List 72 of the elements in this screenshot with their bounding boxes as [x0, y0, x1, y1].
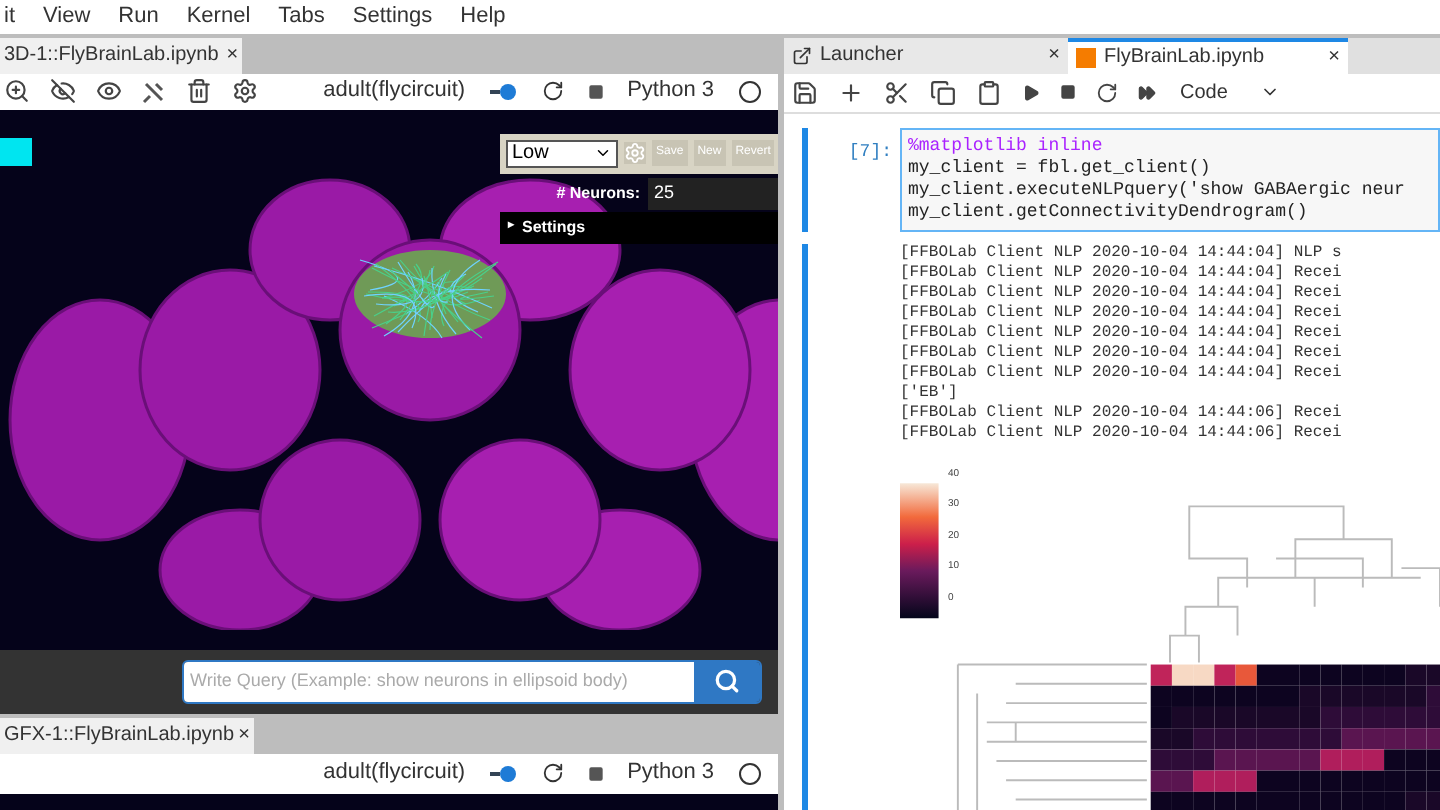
tab-label: Launcher: [820, 42, 904, 70]
colorbar: [900, 482, 939, 618]
search-icon: [714, 668, 740, 694]
close-tab-icon[interactable]: ×: [1048, 40, 1060, 70]
save-icon[interactable]: [792, 79, 818, 105]
kernel-status-icon: [738, 79, 762, 103]
paste-icon[interactable]: [976, 79, 1002, 105]
output-line: [FFBOLab Client NLP 2020-10-04 14:44:04] Recei: [900, 283, 1344, 303]
close-tab-icon[interactable]: ×: [226, 40, 239, 70]
query-search-bar[interactable]: Write Query (Example: show neurons in ellipsoid body): [182, 659, 762, 703]
notebook-tab[interactable]: 3D-1::FlyBrainLab.ipynb ×: [0, 37, 243, 73]
cut-icon[interactable]: [884, 79, 910, 105]
close-tab-icon[interactable]: ×: [1328, 42, 1340, 72]
run-all-icon[interactable]: [1138, 83, 1156, 101]
neurons-field[interactable]: 25: [648, 177, 778, 209]
menu-item[interactable]: Run: [118, 0, 159, 33]
code-line: my_client.getConnectivityDendrogram(): [908, 201, 1310, 223]
output-line: [FFBOLab Client NLP 2020-10-04 14:44:04] Recei: [900, 363, 1344, 383]
code-line: my_client.executeNLPquery('show GABAergic neur: [908, 179, 1407, 201]
neurons-label: # Neurons:: [554, 181, 640, 205]
settings-label: Settings: [522, 215, 586, 239]
kernel-name: Python 3: [627, 758, 714, 789]
output-line: [FFBOLab Client NLP 2020-10-04 14:44:04] NLP s: [900, 243, 1344, 263]
menu-item[interactable]: Kernel: [186, 0, 251, 33]
menu-item[interactable]: Tabs: [278, 0, 325, 33]
output-line: [FFBOLab Client NLP 2020-10-04 14:44:04] Recei: [900, 323, 1344, 343]
restart-icon[interactable]: [541, 762, 564, 784]
output-line: [FFBOLab Client NLP 2020-10-04 14:44:06] Recei: [900, 423, 1344, 443]
notebook-tab[interactable]: FlyBrainLab.ipynb ×: [1068, 37, 1348, 73]
highlight-block: [0, 137, 32, 165]
menu-item[interactable]: View: [43, 0, 91, 33]
notebook-tab[interactable]: Launcher ×: [784, 37, 1068, 73]
run-icon[interactable]: [1022, 83, 1040, 101]
restart-icon[interactable]: [1096, 81, 1118, 103]
output-line: [FFBOLab Client NLP 2020-10-04 14:44:04] Recei: [900, 303, 1344, 323]
copy-icon[interactable]: [930, 79, 956, 105]
notebook-icon: [1076, 47, 1096, 67]
menu-item[interactable]: it: [4, 0, 15, 33]
output-line: [FFBOLab Client NLP 2020-10-04 14:44:04] Recei: [900, 343, 1344, 363]
kernel-source: adult(flycircuit): [323, 76, 466, 107]
settings-icon[interactable]: [232, 78, 258, 104]
code-editor[interactable]: %matplotlib inline my_client = fbl.get_client() my_client.executeNLPquery('show GABAergic neur my_client.getConnectivityDendrogram(): [900, 127, 1440, 231]
code-line: my_client = fbl.get_client(): [908, 157, 1213, 179]
code-line: %matplotlib inline: [908, 135, 1105, 157]
stop-icon[interactable]: [587, 83, 604, 99]
stop-icon[interactable]: [587, 765, 604, 781]
menu-item[interactable]: Help: [460, 0, 506, 33]
kernel-status-icon: [738, 761, 762, 785]
launcher-icon: [792, 45, 812, 65]
notebook-tab[interactable]: GFX-1::FlyBrainLab.ipynb ×: [0, 717, 254, 753]
quality-select[interactable]: Low: [506, 139, 618, 167]
restart-icon[interactable]: [541, 80, 564, 102]
kernel-source: adult(flycircuit): [323, 758, 466, 789]
dropdown-icon: [594, 144, 612, 162]
cell-selection-bar: [802, 127, 808, 231]
output-line: [FFBOLab Client NLP 2020-10-04 14:44:04] Recei: [900, 263, 1344, 283]
stop-icon[interactable]: [1060, 84, 1076, 100]
show-icon[interactable]: [96, 78, 122, 104]
output-line: ['EB']: [900, 383, 960, 403]
hide-icon[interactable]: [50, 78, 76, 104]
zoom-icon[interactable]: [4, 78, 30, 104]
kernel-name: Python 3: [627, 76, 714, 107]
trash-icon[interactable]: [186, 78, 212, 104]
cell-prompt: [7]:: [846, 139, 894, 165]
query-field[interactable]: Write Query (Example: show neurons in ellipsoid body): [184, 661, 694, 701]
add-icon[interactable]: [838, 79, 864, 105]
close-tab-icon[interactable]: ×: [238, 720, 250, 750]
search-button[interactable]: [694, 661, 760, 701]
menu-item[interactable]: Settings: [352, 0, 433, 33]
tab-label: FlyBrainLab.ipynb: [1104, 44, 1265, 72]
cell-type-select[interactable]: Code: [1180, 77, 1280, 107]
output-line: [FFBOLab Client NLP 2020-10-04 14:44:06] Recei: [900, 403, 1344, 423]
